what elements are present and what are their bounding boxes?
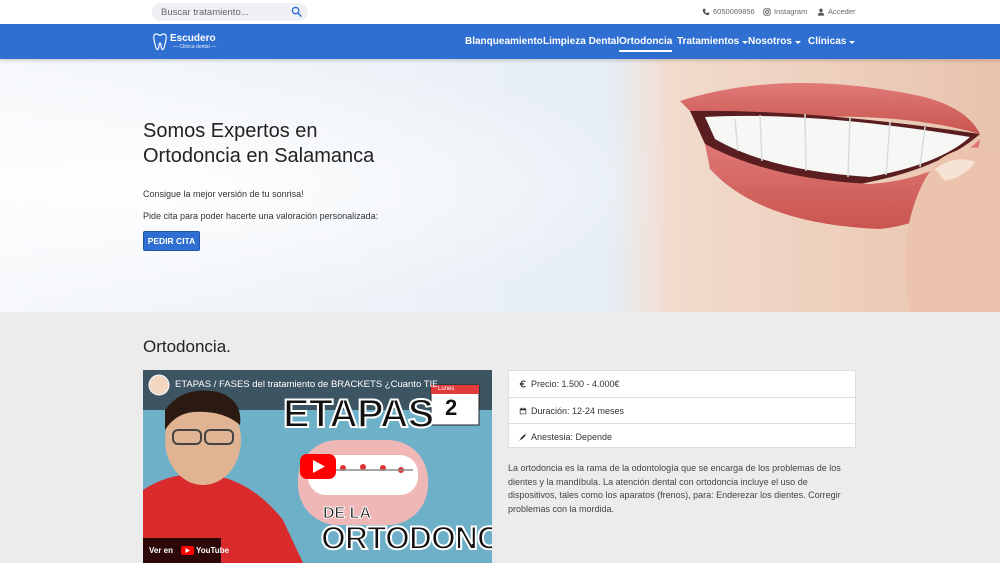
hero-smile-image	[610, 59, 1000, 312]
calendar-icon	[519, 407, 527, 414]
nav-tratamientos[interactable]: Tratamientos	[677, 36, 749, 47]
tooth-logo-icon	[153, 33, 167, 51]
watch-on-label[interactable]: Ver en	[149, 546, 173, 555]
youtube-video-embed[interactable]: ETAPAS / FASES del tratamiento de BRACKE…	[143, 370, 492, 563]
hero-tagline: Consigue la mejor versión de tu sonrisa!	[143, 189, 304, 199]
search-icon[interactable]	[291, 6, 302, 17]
nav-label: Blanqueamiento	[465, 36, 543, 47]
nav-nosotros[interactable]: Nosotros	[748, 36, 801, 47]
pedir-cita-button[interactable]: PEDIR CITA	[143, 231, 200, 251]
nav-blanqueamiento[interactable]: Blanqueamiento	[465, 36, 543, 47]
phone-icon	[702, 8, 710, 15]
nav-clinicas[interactable]: Clínicas	[808, 36, 856, 47]
logo-name: Escudero	[170, 33, 216, 44]
main-navbar: Escudero — Clínica dental — Blanqueamien…	[0, 24, 1000, 59]
nav-label: Ortodoncia	[619, 36, 673, 47]
hero-cta-text: Pide cita para poder hacerte una valorac…	[143, 211, 379, 221]
top-utility-bar: 6050069856 Instagram Acceder	[0, 0, 1000, 24]
nav-label: Clínicas	[808, 36, 847, 47]
syringe-icon	[519, 433, 527, 441]
price-text: Precio: 1.500 - 4.000€	[531, 379, 620, 389]
treatment-info-card: Precio: 1.500 - 4.000€ Duración: 12-24 m…	[508, 370, 856, 448]
clinic-logo[interactable]: Escudero — Clínica dental —	[153, 32, 216, 52]
price-row: Precio: 1.500 - 4.000€	[509, 371, 855, 397]
nav-label: Tratamientos	[677, 36, 740, 47]
hero-title-line2: Ortodoncia en Salamanca	[143, 145, 375, 167]
chevron-down-icon	[849, 40, 856, 44]
nav-label: Limpieza Dental	[543, 36, 620, 47]
nav-label: Nosotros	[748, 36, 792, 47]
search-box	[152, 3, 308, 21]
calendar-day: 2	[445, 395, 458, 420]
video-overlay-ortodoncia: ORTODONCIA	[320, 519, 492, 557]
hero-title-line1: Somos Expertos en	[143, 120, 318, 142]
anesthesia-text: Anestesia: Depende	[531, 431, 613, 442]
chevron-down-icon	[794, 40, 801, 44]
instagram-link[interactable]: Instagram	[763, 7, 807, 16]
euro-icon	[519, 380, 526, 388]
login-label: Acceder	[828, 7, 856, 16]
instagram-icon	[763, 7, 771, 16]
duration-text: Duración: 12-24 meses	[531, 405, 625, 416]
nav-limpieza-dental[interactable]: Limpieza Dental	[543, 36, 619, 47]
video-title[interactable]: ETAPAS / FASES del tratamiento de BRACKE…	[175, 379, 437, 390]
video-overlay-etapas: ETAPAS	[282, 391, 435, 437]
section-title: Ortodoncia.	[143, 337, 231, 356]
calendar-month: Lunes	[438, 386, 455, 392]
login-link[interactable]: Acceder	[817, 7, 856, 16]
ortodoncia-section: Ortodoncia. ETAPAS / FASES del tratamien…	[0, 312, 1000, 563]
phone-link[interactable]: 6050069856	[702, 7, 755, 16]
nav-ortodoncia[interactable]: Ortodoncia	[619, 36, 673, 52]
search-input[interactable]	[161, 4, 281, 20]
hero-banner: Somos Expertos en Ortodoncia en Salamanc…	[0, 59, 1000, 312]
duration-row: Duración: 12-24 meses	[509, 397, 855, 423]
logo-subtitle: — Clínica dental —	[173, 44, 217, 50]
hero-title: Somos Expertos en Ortodoncia en Salamanc…	[143, 119, 463, 169]
user-icon	[817, 8, 825, 16]
ortodoncia-description: La ortodoncia es la rama de la odontolog…	[508, 463, 841, 514]
anesthesia-row: Anestesia: Depende	[509, 423, 855, 449]
phone-number: 6050069856	[713, 7, 755, 16]
youtube-wordmark[interactable]: YouTube	[196, 546, 229, 555]
instagram-label: Instagram	[774, 7, 808, 16]
